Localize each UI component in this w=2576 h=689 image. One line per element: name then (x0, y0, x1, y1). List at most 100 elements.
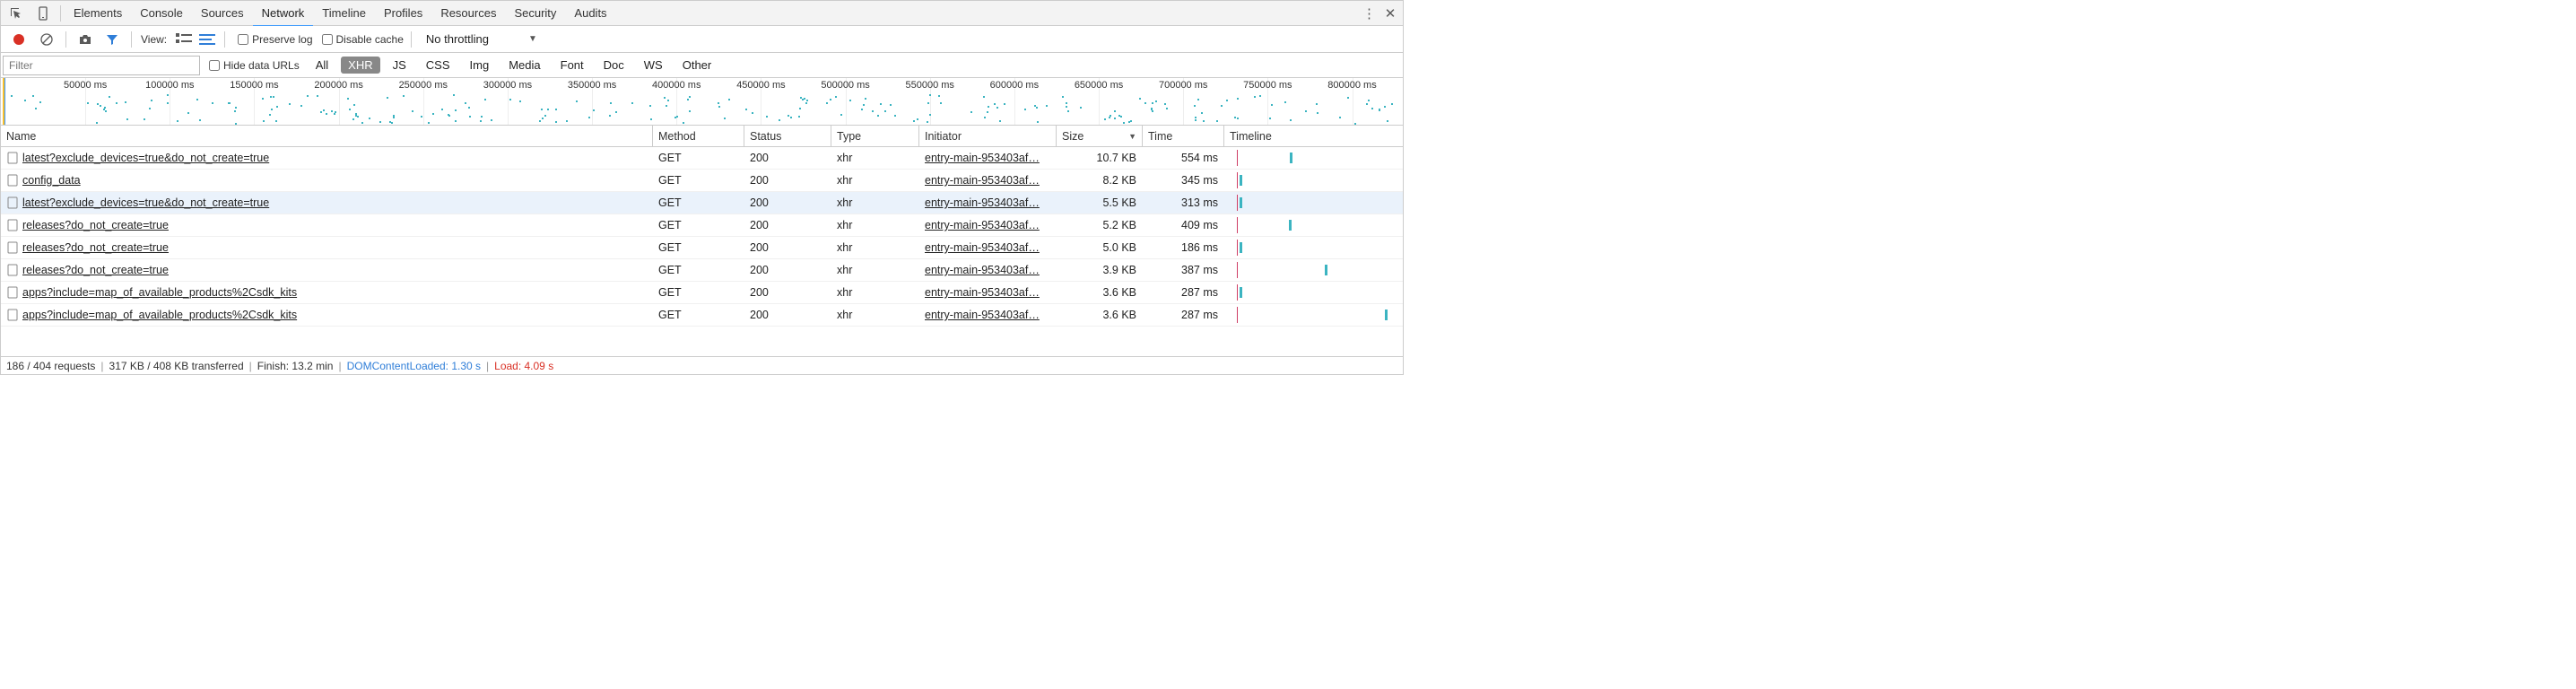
tab-console[interactable]: Console (131, 1, 192, 26)
col-time[interactable]: Time (1143, 126, 1224, 146)
preserve-log-checkbox[interactable]: Preserve log (238, 33, 312, 46)
filter-bar: Hide data URLs All XHR JS CSS ImgMedia Font Do… (1, 53, 1403, 78)
tab-network[interactable]: Network (253, 1, 314, 26)
timeline-tick: 800000 ms (1327, 80, 1376, 91)
tabbar-overflow-icon[interactable]: ⋮ (1358, 1, 1379, 26)
tab-sources[interactable]: Sources (192, 1, 253, 26)
cell-size: 3.6 KB (1057, 304, 1143, 326)
cell-type: xhr (831, 170, 919, 191)
view-label: View: (141, 33, 167, 46)
filter-pill-other[interactable]: Other (675, 57, 719, 74)
col-initiator[interactable]: Initiator (919, 126, 1057, 146)
view-small-icon[interactable] (197, 31, 217, 48)
timeline-tick: 550000 ms (906, 80, 954, 91)
col-type[interactable]: Type (831, 126, 919, 146)
filter-pill-img[interactable]: Img (463, 57, 497, 74)
cell-name: config_data (1, 170, 653, 191)
cell-timeline (1224, 147, 1403, 169)
cell-name: apps?include=map_of_available_products%2… (1, 304, 653, 326)
timeline-tick: 100000 ms (145, 80, 194, 91)
capture-screenshot-icon[interactable] (74, 27, 97, 52)
document-icon (6, 241, 19, 254)
chevron-down-icon: ▼ (528, 34, 537, 44)
col-status[interactable]: Status (744, 126, 831, 146)
clear-button-icon[interactable] (35, 27, 58, 52)
tab-resources[interactable]: Resources (431, 1, 505, 26)
table-row[interactable]: releases?do_not_create=trueGET200xhrentr… (1, 237, 1403, 259)
close-devtools-icon[interactable]: ✕ (1379, 1, 1401, 26)
timeline-tick: 450000 ms (736, 80, 785, 91)
timeline-tick: 50000 ms (64, 80, 107, 91)
cell-initiator: entry-main-953403af… (919, 259, 1057, 281)
tab-security[interactable]: Security (505, 1, 565, 26)
filter-pill-doc[interactable]: Doc (596, 57, 631, 74)
table-row[interactable]: apps?include=map_of_available_products%2… (1, 304, 1403, 327)
cell-initiator: entry-main-953403af… (919, 282, 1057, 303)
filter-pill-font[interactable]: Font (553, 57, 591, 74)
timeline-tick: 650000 ms (1075, 80, 1123, 91)
record-button[interactable] (6, 27, 31, 52)
timeline-tick: 500000 ms (821, 80, 869, 91)
timeline-tick: 750000 ms (1243, 80, 1292, 91)
view-large-icon[interactable] (174, 31, 194, 48)
table-row[interactable]: releases?do_not_create=trueGET200xhrentr… (1, 214, 1403, 237)
sort-desc-icon: ▼ (1128, 132, 1136, 141)
table-row[interactable]: latest?exclude_devices=true&do_not_creat… (1, 192, 1403, 214)
network-toolbar: View: Preserve log Disable cache No thro… (1, 26, 1403, 53)
throttling-select[interactable]: No throttling ▼ (426, 32, 537, 46)
hide-data-urls-checkbox[interactable]: Hide data URLs (209, 59, 300, 72)
footer-load: Load: 4.09 s (494, 360, 553, 372)
timeline-tick: 600000 ms (990, 80, 1039, 91)
cell-status: 200 (744, 214, 831, 236)
document-icon (6, 219, 19, 231)
document-icon (6, 286, 19, 299)
table-row[interactable]: latest?exclude_devices=true&do_not_creat… (1, 147, 1403, 170)
tab-elements[interactable]: Elements (65, 1, 131, 26)
table-row[interactable]: releases?do_not_create=trueGET200xhrentr… (1, 259, 1403, 282)
filter-pill-media[interactable]: Media (501, 57, 547, 74)
col-name[interactable]: Name (1, 126, 653, 146)
filter-pill-css[interactable]: CSS (419, 57, 457, 74)
cell-type: xhr (831, 214, 919, 236)
document-icon (6, 309, 19, 321)
cell-size: 5.2 KB (1057, 214, 1143, 236)
filter-pill-ws[interactable]: WS (637, 57, 670, 74)
timeline-overview[interactable]: 50000 ms100000 ms150000 ms200000 ms25000… (1, 78, 1403, 126)
filter-pill-xhr[interactable]: XHR (341, 57, 379, 74)
filter-input[interactable] (3, 56, 200, 75)
cell-method: GET (653, 237, 744, 258)
tab-audits[interactable]: Audits (565, 1, 615, 26)
tab-profiles[interactable]: Profiles (375, 1, 431, 26)
tab-timeline[interactable]: Timeline (313, 1, 375, 26)
table-row[interactable]: apps?include=map_of_available_products%2… (1, 282, 1403, 304)
cell-size: 8.2 KB (1057, 170, 1143, 191)
document-icon (6, 264, 19, 276)
cell-status: 200 (744, 237, 831, 258)
table-row[interactable]: config_dataGET200xhrentry-main-953403af…… (1, 170, 1403, 192)
footer-finish: Finish: 13.2 min (257, 360, 334, 372)
cell-name: apps?include=map_of_available_products%2… (1, 282, 653, 303)
hide-data-urls-label: Hide data URLs (223, 59, 300, 72)
devtools-network-panel: ElementsConsoleSourcesNetworkTimelinePro… (0, 0, 1404, 375)
filter-pill-all[interactable]: All (309, 57, 335, 74)
cell-size: 3.6 KB (1057, 282, 1143, 303)
timeline-tick: 150000 ms (230, 80, 278, 91)
col-timeline[interactable]: Timeline (1224, 126, 1403, 146)
cell-status: 200 (744, 304, 831, 326)
footer-domcontentloaded: DOMContentLoaded: 1.30 s (347, 360, 481, 372)
device-toggle-icon[interactable] (30, 1, 57, 26)
cell-type: xhr (831, 259, 919, 281)
cell-type: xhr (831, 147, 919, 169)
cell-time: 387 ms (1143, 259, 1224, 281)
cell-initiator: entry-main-953403af… (919, 170, 1057, 191)
filter-pill-js[interactable]: JS (386, 57, 413, 74)
timeline-tick: 300000 ms (483, 80, 532, 91)
col-size[interactable]: Size▼ (1057, 126, 1143, 146)
cell-method: GET (653, 282, 744, 303)
filter-toggle-icon[interactable] (100, 27, 124, 52)
disable-cache-checkbox[interactable]: Disable cache (322, 33, 404, 46)
cell-time: 287 ms (1143, 304, 1224, 326)
inspect-element-icon[interactable] (3, 1, 30, 26)
col-method[interactable]: Method (653, 126, 744, 146)
cell-timeline (1224, 282, 1403, 303)
